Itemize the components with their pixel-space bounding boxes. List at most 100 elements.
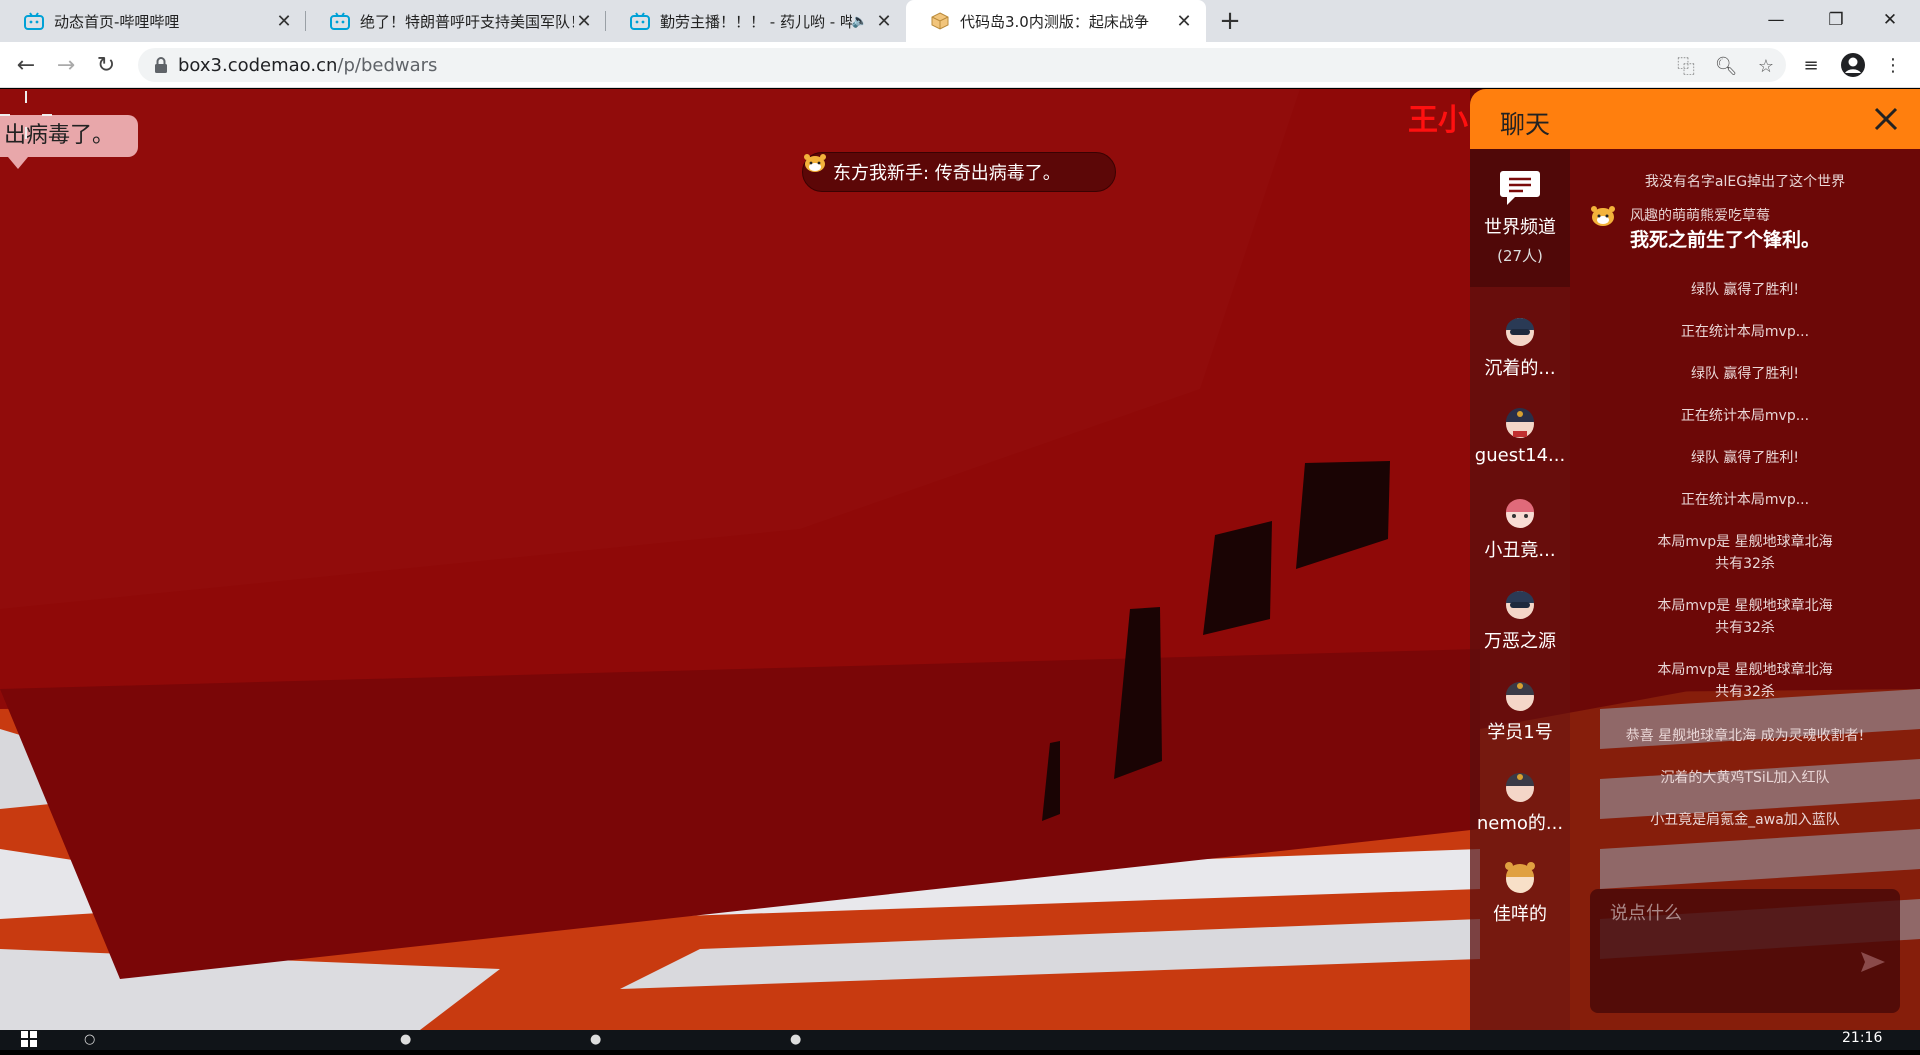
taskbar-app-icon[interactable]: ● [590,1030,601,1050]
player-item[interactable]: 沉着的... [1470,312,1570,380]
translate-icon[interactable]: ⿻ [1674,54,1698,78]
player-item[interactable]: guest14... [1470,403,1570,466]
address-bar[interactable]: box3.codemao.cn/p/bedwars ⿻ 🔍︎ ☆ [138,48,1786,82]
close-icon[interactable] [1870,103,1902,135]
system-message: 正在统计本局mvp... [1680,324,1810,340]
taskbar-app-icon[interactable]: ● [790,1030,801,1050]
bilibili-icon [24,11,44,31]
system-message: 绿队 赢得了胜利! [1690,282,1800,298]
player-avatar [1506,682,1534,711]
reload-button[interactable]: ↻ [92,51,120,79]
world-channel[interactable]: 世界频道 (27人) [1470,167,1570,266]
zoom-icon[interactable]: 🔍︎ [1714,54,1738,78]
taskbar-clock: 21:16 [1842,1030,1883,1046]
system-message: 我没有名字alEG掉出了这个世界 [1644,174,1846,190]
system-message: 本局mvp是 星舰地球章北海 [1657,662,1833,678]
message-author: 风趣的萌萌熊爱吃草莓 [1630,208,1770,224]
minimize-button[interactable]: — [1746,0,1806,40]
crosshair-icon [0,91,52,139]
system-message: 绿队 赢得了胜利! [1690,450,1800,466]
tab-trump-video[interactable]: 绝了！特朗普呼吁支持美国军队！ ✕ [306,0,606,42]
player-avatar [1506,773,1534,802]
system-message: 恭喜 星舰地球章北海 成为灵魂收割者! [1625,728,1865,744]
player-name: guest14... [1474,445,1566,466]
forward-button[interactable]: → [52,51,80,79]
chat-title: 聊天 [1500,110,1551,139]
tab-close-icon[interactable]: ✕ [1174,11,1194,32]
system-message: 本局mvp是 星舰地球章北海 [1657,598,1833,614]
chat-input[interactable]: 说点什么 [1590,889,1900,1013]
profile-avatar-icon[interactable] [1840,52,1866,78]
bilibili-icon [630,11,650,31]
start-button[interactable] [20,1030,40,1050]
chat-panel: 聊天 世界频道 (27人) 沉着的... guest14... 小丑竟... 万… [1470,89,1920,1030]
player-avatar [1506,499,1534,528]
lock-icon [155,57,167,73]
chat-toast: 东方我新手: 传奇出病毒了。 [802,152,1116,192]
bilibili-icon [330,11,350,31]
browser-toolbar: ← → ↻ box3.codemao.cn/p/bedwars ⿻ 🔍︎ ☆ ≡… [0,42,1920,88]
chat-bubble-icon [1500,171,1540,205]
world-channel-label: 世界频道 [1484,217,1556,238]
player-nameplate: 王小 [1408,103,1468,138]
chat-header: 聊天 [1470,89,1920,149]
media-control-icon[interactable]: ≡ [1798,52,1824,78]
system-message: 共有32杀 [1715,684,1775,700]
channel-sidebar: 世界频道 (27人) 沉着的... guest14... 小丑竟... 万恶之源… [1470,149,1570,1030]
tab-close-icon[interactable]: ✕ [874,11,894,32]
player-avatar [1505,862,1535,893]
maximize-button[interactable]: ❐ [1806,0,1866,40]
search-icon[interactable]: ○ [84,1030,95,1050]
speaker-icon[interactable]: 🔈 [852,14,868,29]
player-item[interactable]: 佳咩的 [1470,858,1570,926]
close-window-button[interactable]: ✕ [1860,0,1920,40]
back-button[interactable]: ← [12,51,40,79]
url-text: box3.codemao.cn/p/bedwars [178,55,437,76]
system-message: 正在统计本局mvp... [1680,408,1810,424]
taskbar-app-icon[interactable]: ● [400,1030,411,1050]
url-path: /p/bedwars [337,55,438,76]
world-channel-tab[interactable]: 世界频道 (27人) [1470,149,1570,287]
toast-text: 东方我新手: 传奇出病毒了。 [833,163,1061,184]
bookmark-star-icon[interactable]: ☆ [1754,54,1778,78]
menu-kebab-icon[interactable]: ⋮ [1880,52,1906,78]
system-message: 正在统计本局mvp... [1680,492,1810,508]
tab-codemao-bedwars[interactable]: 代码岛3.0内测版：起床战争 ✕ [906,0,1206,42]
system-message: 共有32杀 [1715,556,1775,572]
windows-taskbar: ○ ● ● ● 21:16 [0,1030,1920,1050]
tab-live-stream[interactable]: 勤劳主播！！！ - 药儿哟 - 哔 🔈 ✕ [606,0,906,42]
player-name: 万恶之源 [1484,631,1556,652]
system-message: 共有32杀 [1715,620,1775,636]
tab-bilibili-home[interactable]: 动态首页-哔哩哔哩 ✕ [0,0,306,42]
message-list[interactable]: 我没有名字alEG掉出了这个世界 风趣的萌萌熊爱吃草莓 我死之前生了个锋利。 绿… [1570,149,1920,909]
player-avatar [1506,408,1534,438]
send-icon[interactable] [1860,951,1886,973]
player-name: 小丑竟... [1484,540,1556,561]
player-item[interactable]: 万恶之源 [1470,585,1570,653]
system-message: 沉着的大黄鸡TSiL加入红队 [1660,770,1830,786]
system-message: 本局mvp是 星舰地球章北海 [1657,534,1833,550]
tab-title: 勤劳主播！！！ - 药儿哟 - 哔 [660,12,852,31]
player-item[interactable]: 学员1号 [1470,676,1570,744]
tab-close-icon[interactable]: ✕ [274,11,294,32]
player-name: 沉着的... [1484,358,1556,379]
system-message: 绿队 赢得了胜利! [1690,366,1800,382]
tab-title: 代码岛3.0内测版：起床战争 [960,12,1149,31]
tab-title: 绝了！特朗普呼吁支持美国军队！ [360,12,574,31]
new-tab-button[interactable]: + [1216,8,1244,36]
player-name: nemo的... [1476,813,1564,834]
player-item[interactable]: 小丑竟... [1470,494,1570,562]
player-name: 学员1号 [1487,722,1553,743]
player-name: 佳咩的 [1493,904,1547,925]
player-item[interactable]: nemo的... [1470,767,1570,835]
message-text: 我死之前生了个锋利。 [1630,229,1821,251]
tab-strip: 动态首页-哔哩哔哩 ✕ 绝了！特朗普呼吁支持美国军队！ ✕ 勤劳主播！！！ - … [0,0,1920,42]
tab-title: 动态首页-哔哩哔哩 [54,12,180,31]
tab-close-icon[interactable]: ✕ [574,11,594,32]
tiger-avatar-icon [1591,206,1615,226]
codemao-box-icon [930,11,950,31]
system-message: 小丑竟是肩氪金_awa加入蓝队 [1650,812,1840,828]
player-avatar [1506,591,1534,619]
chat-input-placeholder: 说点什么 [1610,903,1682,924]
url-host: box3.codemao.cn [178,55,338,76]
